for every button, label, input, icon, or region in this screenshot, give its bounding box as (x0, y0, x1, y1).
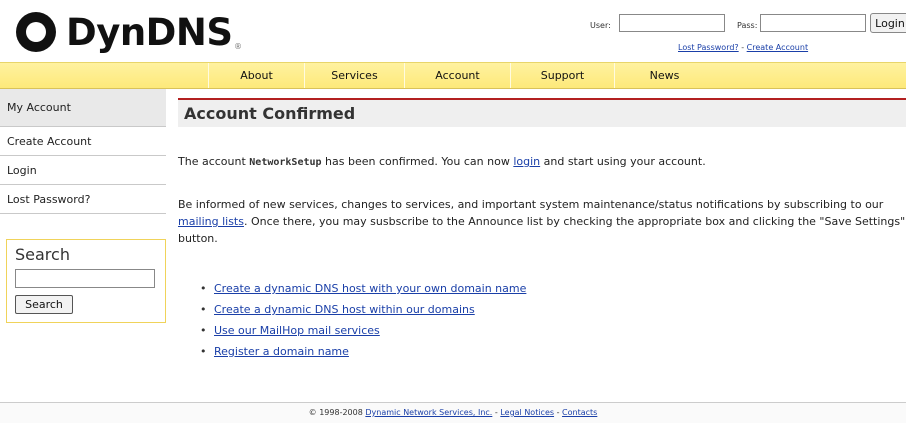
sidebar-item-create-account[interactable]: Create Account (0, 127, 166, 156)
sidebar-item-login[interactable]: Login (0, 156, 166, 185)
footer-contacts-link[interactable]: Contacts (562, 408, 597, 417)
confirmation-text: The account NetworkSetup has been confir… (178, 153, 906, 171)
link-custom-dns-host[interactable]: Create a dynamic DNS host with your own … (214, 282, 526, 295)
footer-separator: - (554, 408, 563, 417)
search-title: Search (15, 245, 70, 264)
nav-news[interactable]: News (614, 63, 714, 88)
username-input[interactable] (619, 14, 725, 32)
list-item: • Create a dynamic DNS host within our do… (200, 299, 526, 320)
action-links-list: • Create a dynamic DNS host with your own… (200, 278, 526, 362)
para1-text-after: and start using your account. (540, 155, 706, 168)
list-item: • Register a domain name (200, 341, 526, 362)
create-account-link[interactable]: Create Account (747, 43, 808, 52)
user-label: User: (590, 21, 611, 30)
logo-registered-mark: ® (234, 42, 242, 51)
list-item: • Create a dynamic DNS host with your own… (200, 278, 526, 299)
page-title-bar: Account Confirmed (178, 98, 906, 127)
sidebar-item-lost-password[interactable]: Lost Password? (0, 185, 166, 214)
bullet-icon: • (200, 324, 207, 337)
sidebar-item-my-account[interactable]: My Account (0, 89, 166, 127)
account-name: NetworkSetup (249, 157, 322, 168)
pass-label: Pass: (737, 21, 758, 30)
link-dns-host-our-domains[interactable]: Create a dynamic DNS host within our dom… (214, 303, 475, 316)
mailing-lists-link[interactable]: mailing lists (178, 215, 244, 228)
login-form: User: Pass: Login Lost Password? - Creat… (590, 12, 906, 56)
logo-text: DynDNS (66, 11, 233, 54)
site-header: DynDNS ® User: Pass: Login Lost Password… (0, 0, 906, 62)
login-link[interactable]: login (513, 155, 540, 168)
bullet-icon: • (200, 282, 207, 295)
site-footer: © 1998-2008 Dynamic Network Services, In… (0, 402, 906, 423)
para2-text-after: . Once there, you may susbscribe to the … (178, 215, 906, 245)
bullet-icon: • (200, 345, 207, 358)
para1-text-before: The account (178, 155, 250, 168)
bullet-icon: • (200, 303, 207, 316)
footer-company-link[interactable]: Dynamic Network Services, Inc. (365, 408, 492, 417)
nav-support[interactable]: Support (510, 63, 614, 88)
nav-about[interactable]: About (208, 63, 304, 88)
search-panel: Search Search (6, 239, 166, 323)
mailing-list-text: Be informed of new services, changes to … (178, 196, 906, 247)
search-input[interactable] (15, 269, 155, 288)
link-register-domain[interactable]: Register a domain name (214, 345, 349, 358)
search-button[interactable]: Search (15, 295, 73, 314)
main-nav: About Services Account Support News (0, 62, 906, 89)
footer-legal-link[interactable]: Legal Notices (500, 408, 554, 417)
login-links: Lost Password? - Create Account (678, 43, 808, 52)
login-button[interactable]: Login (870, 13, 906, 33)
nav-account[interactable]: Account (404, 63, 510, 88)
password-input[interactable] (760, 14, 866, 32)
para2-text-before: Be informed of new services, changes to … (178, 198, 884, 211)
para1-text-middle: has been confirmed. You can now (321, 155, 514, 168)
page-title: Account Confirmed (184, 104, 356, 123)
dyndns-logo-icon (16, 12, 56, 52)
login-links-separator: - (738, 43, 747, 52)
dyndns-logo[interactable]: DynDNS ® (14, 8, 244, 56)
list-item: • Use our MailHop mail services (200, 320, 526, 341)
link-mailhop[interactable]: Use our MailHop mail services (214, 324, 380, 337)
lost-password-link[interactable]: Lost Password? (678, 43, 739, 52)
footer-copyright: © 1998-2008 (308, 408, 366, 417)
nav-services[interactable]: Services (304, 63, 404, 88)
sidebar: My Account Create Account Login Lost Pas… (0, 89, 166, 409)
